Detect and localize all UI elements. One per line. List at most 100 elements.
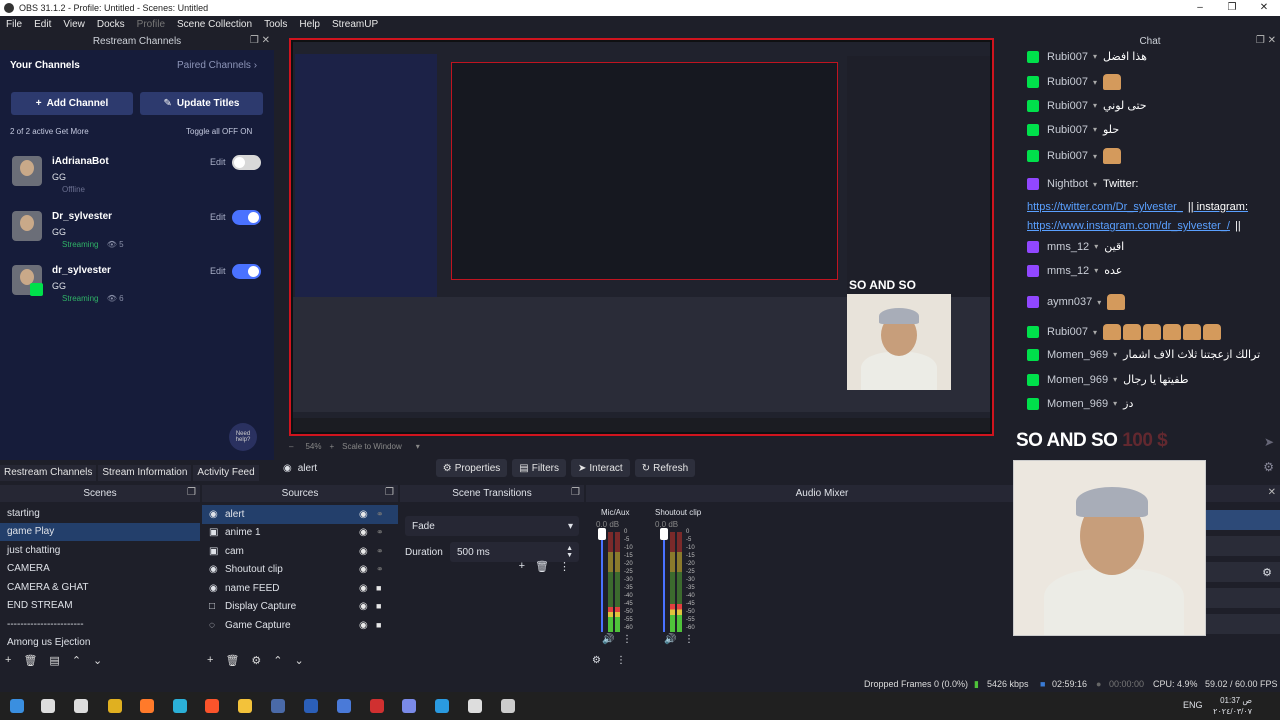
volume-slider[interactable] <box>663 532 665 632</box>
chevron-down-icon[interactable]: ▾ <box>1094 266 1098 275</box>
discord-icon[interactable] <box>402 699 416 713</box>
volume-slider-handle[interactable] <box>598 528 606 540</box>
source-item[interactable]: ◌ Game Capture ◉ ■ <box>202 616 398 635</box>
more-icon[interactable]: ⋮ <box>622 634 632 645</box>
unlock-icon[interactable]: ⚭ <box>376 546 385 557</box>
word-icon[interactable] <box>304 699 318 713</box>
scale-mode[interactable]: Scale to Window <box>342 442 402 451</box>
filters-button[interactable]: ▤ Filters <box>512 459 566 477</box>
control-button[interactable]: ⚙ <box>1206 562 1280 582</box>
lock-icon[interactable]: ■ <box>376 601 385 612</box>
gear-icon[interactable]: ⚙ <box>251 654 261 667</box>
chat-settings-icon[interactable]: ⚙ <box>1263 460 1274 474</box>
source-item[interactable]: □ Display Capture ◉ ■ <box>202 598 398 617</box>
eye-icon[interactable]: ◉ <box>359 546 370 557</box>
scene-item[interactable]: just chatting <box>0 541 200 560</box>
lock-icon[interactable]: ■ <box>376 583 385 594</box>
chat-username[interactable]: Rubi007 <box>1047 124 1088 136</box>
dock-float-icon[interactable]: ❐ <box>385 487 394 498</box>
chat-username[interactable]: Rubi007 <box>1047 100 1088 112</box>
chat-username[interactable]: Momen_969 <box>1047 374 1108 386</box>
lock-icon[interactable]: ■ <box>376 620 385 631</box>
source-item[interactable]: ▣ anime 1 ◉ ⚭ <box>202 524 398 543</box>
chevron-down-icon[interactable]: ▾ <box>1093 78 1097 87</box>
speaker-icon[interactable]: 🔊 <box>602 634 614 645</box>
refresh-button[interactable]: ↻ Refresh <box>634 459 696 477</box>
eye-icon[interactable]: ◉ <box>359 509 370 520</box>
menu-scene-collection[interactable]: Scene Collection <box>177 19 252 30</box>
source-item[interactable]: ◉ name FEED ◉ ■ <box>202 579 398 598</box>
menu-view[interactable]: View <box>63 19 85 30</box>
unlock-icon[interactable]: ⚭ <box>376 509 385 520</box>
update-titles-button[interactable]: ✎ Update Titles <box>140 92 263 115</box>
chevron-down-icon[interactable]: ▾ <box>1113 375 1117 384</box>
obs-icon[interactable] <box>468 699 482 713</box>
channel-edit-link[interactable]: Edit <box>210 266 226 276</box>
dock-close-icon[interactable]: ❐ ✕ <box>1256 35 1276 46</box>
add-channel-button[interactable]: + Add Channel <box>11 92 133 115</box>
chevron-down-icon[interactable]: ▾ <box>1093 152 1097 161</box>
app-icon[interactable] <box>271 699 285 713</box>
chat-link[interactable]: https://www.instagram.com/dr_sylvester_/… <box>1027 220 1241 232</box>
unlock-icon[interactable]: ⚭ <box>376 564 385 575</box>
chevron-down-icon[interactable]: ▾ <box>1113 350 1117 359</box>
scene-item[interactable]: starting <box>0 504 200 523</box>
add-icon[interactable]: + <box>207 654 213 666</box>
app-icon[interactable] <box>501 699 515 713</box>
chevron-down-icon[interactable]: ▾ <box>416 442 420 451</box>
more-icon[interactable]: ⋮ <box>616 655 626 666</box>
tab-restream-channels[interactable]: Restream Channels <box>0 465 97 481</box>
chat-username[interactable]: Rubi007 <box>1047 326 1088 338</box>
chrome-icon[interactable] <box>108 699 122 713</box>
eye-icon[interactable]: ◉ <box>359 620 370 631</box>
trash-icon[interactable]: 🗑 <box>535 560 549 573</box>
control-button[interactable] <box>1206 588 1280 608</box>
channel-toggle[interactable] <box>232 210 261 225</box>
source-item[interactable]: ◉ Shoutout clip ◉ ⚭ <box>202 561 398 580</box>
move-down-icon[interactable]: ⌄ <box>93 654 102 667</box>
dock-close-icon[interactable]: ✕ <box>1268 487 1276 498</box>
volume-slider[interactable] <box>601 532 603 632</box>
source-item[interactable]: ▣ cam ◉ ⚭ <box>202 542 398 561</box>
channel-edit-link[interactable]: Edit <box>210 212 226 222</box>
properties-button[interactable]: ⚙ Properties <box>435 459 508 477</box>
control-button[interactable] <box>1206 510 1280 530</box>
minimize-icon[interactable]: – <box>1184 0 1216 16</box>
menu-file[interactable]: File <box>6 19 22 30</box>
chevron-down-icon[interactable]: ▾ <box>1113 399 1117 408</box>
move-up-icon[interactable]: ⌃ <box>273 654 282 667</box>
chat-username[interactable]: Momen_969 <box>1047 398 1108 410</box>
zoom-minus-icon[interactable]: – <box>289 442 293 451</box>
dock-float-icon[interactable]: ❐ <box>187 487 196 498</box>
dock-close-icon[interactable]: ❐ ✕ <box>250 35 270 46</box>
windows-start-icon[interactable] <box>10 699 24 713</box>
eye-icon[interactable]: ◉ <box>359 601 370 612</box>
chat-username[interactable]: Rubi007 <box>1047 51 1088 63</box>
add-icon[interactable]: + <box>5 654 11 666</box>
scene-item[interactable]: CAMERA & GHAT <box>0 578 200 597</box>
chat-username[interactable]: aymn037 <box>1047 296 1092 308</box>
scene-item[interactable]: CAMERA <box>0 560 200 579</box>
zoom-plus-icon[interactable]: + <box>329 442 334 451</box>
toggle-all[interactable]: Toggle all OFF ON <box>186 127 252 136</box>
eye-icon[interactable]: ◉ <box>359 527 370 538</box>
move-up-icon[interactable]: ⌃ <box>72 654 81 667</box>
menu-docks[interactable]: Docks <box>97 19 125 30</box>
chat-link[interactable]: https://twitter.com/Dr_sylvester_ || inst… <box>1027 201 1248 213</box>
chat-username[interactable]: mms_12 <box>1047 265 1089 277</box>
eye-icon[interactable]: ◉ <box>359 583 370 594</box>
channel-toggle[interactable] <box>232 155 261 170</box>
chevron-down-icon[interactable]: ▾ <box>1093 52 1097 61</box>
paired-channels-link[interactable]: Paired Channels › <box>177 60 257 71</box>
chat-username[interactable]: Momen_969 <box>1047 349 1108 361</box>
chat-username[interactable]: mms_12 <box>1047 241 1089 253</box>
edge-icon[interactable] <box>173 699 187 713</box>
volume-slider-handle[interactable] <box>660 528 668 540</box>
need-help-button[interactable]: Need help? <box>229 423 257 451</box>
clock-date[interactable]: ٢٠٢٤/٠٣/٠٧ <box>1210 707 1252 716</box>
file-explorer-icon[interactable] <box>238 699 252 713</box>
speaker-icon[interactable]: 🔊 <box>664 634 676 645</box>
chat-username[interactable]: Rubi007 <box>1047 76 1088 88</box>
more-icon[interactable]: ⋮ <box>559 560 570 573</box>
menu-help[interactable]: Help <box>299 19 320 30</box>
